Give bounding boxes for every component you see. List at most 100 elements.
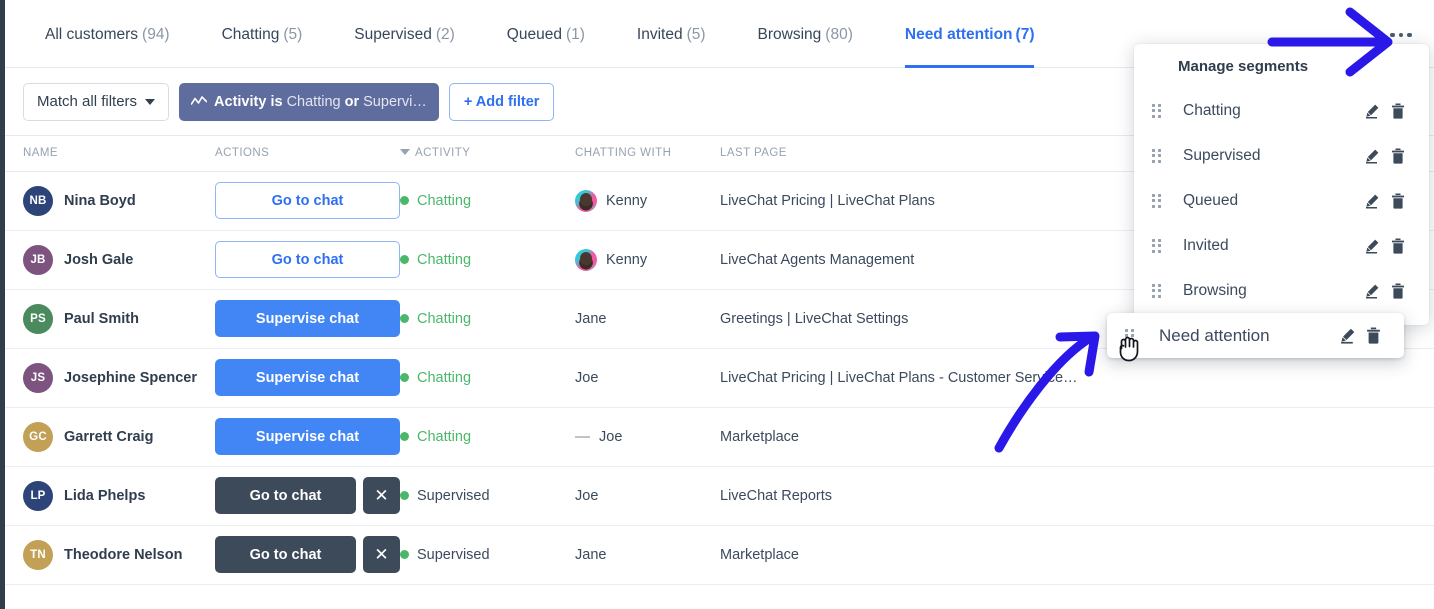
match-all-filters-dropdown[interactable]: Match all filters [23,82,170,121]
tab-label: Browsing [757,25,822,43]
tab-label: Chatting [221,25,280,43]
pencil-icon [1366,149,1379,163]
tab-invited[interactable]: Invited (5) [637,0,706,68]
cell-chatting-with: Kenny [575,230,720,290]
go-to-chat-button[interactable]: Go to chat [215,477,356,514]
pencil-icon [1366,284,1379,298]
cell-activity: Chatting [400,289,575,349]
tab-browsing[interactable]: Browsing (80) [758,0,853,68]
status-dot-icon [400,196,409,205]
cell-actions: Supervise chat [215,289,400,349]
edit-segment-button[interactable] [1359,238,1385,254]
customer-name: Garrett Craig [64,428,154,445]
segment-item-queued[interactable]: Queued [1134,178,1429,223]
add-filter-button[interactable]: + Add filter [448,82,555,121]
activity-status-label: Supervised [417,487,490,504]
table-row[interactable]: GC Garrett Craig Supervise chat Chatting — Jo… [5,407,1434,467]
close-chat-button[interactable]: ✕ [363,536,400,573]
segment-label: Chatting [1183,101,1241,119]
drag-handle-icon[interactable] [1152,283,1162,298]
go-to-chat-button[interactable]: Go to chat [215,536,356,573]
segment-label: Supervised [1183,146,1261,164]
table-row[interactable]: LP Lida Phelps Go to chat ✕ Supervised Joe Liv… [5,466,1434,526]
delete-segment-button[interactable] [1360,327,1386,344]
tab-label: All customers [45,25,139,43]
status-dot-icon [400,550,409,559]
status-dot-icon [400,373,409,382]
cell-actions: Go to chat ✕ [215,525,400,585]
tab-supervised[interactable]: Supervised (2) [354,0,455,68]
active-filter-chip[interactable]: Activity is Chatting or Supervi… [179,82,439,121]
tab-count: (7) [1015,25,1035,43]
column-header-activity[interactable]: ACTIVITY [400,136,575,172]
segment-item-chatting[interactable]: Chatting [1134,88,1429,133]
trash-icon [1366,327,1380,344]
cell-activity: Chatting [400,230,575,290]
table-row[interactable]: TN Theodore Nelson Go to chat ✕ Supervised Ja… [5,525,1434,585]
last-page-text: Marketplace [720,546,799,563]
edit-segment-button[interactable] [1359,193,1385,209]
drag-handle-icon[interactable] [1152,238,1162,253]
cell-name: PS Paul Smith [5,289,215,349]
dragged-segment-item[interactable]: Need attention [1107,313,1404,358]
agent-avatar [575,189,597,212]
column-header-name[interactable]: NAME [5,136,215,172]
tab-count: (5) [283,25,303,43]
dragged-segment-label: Need attention [1159,325,1270,345]
delete-segment-button[interactable] [1385,193,1411,209]
go-to-chat-button[interactable]: Go to chat [215,182,400,219]
tab-need-attention[interactable]: Need attention (7) [904,0,1035,68]
segment-label: Invited [1183,236,1229,254]
segment-item-supervised[interactable]: Supervised [1134,133,1429,178]
delete-segment-button[interactable] [1385,148,1411,164]
supervise-chat-button[interactable]: Supervise chat [215,300,400,337]
tab-all-customers[interactable]: All customers (94) [45,0,170,68]
segment-label: Browsing [1183,281,1247,299]
status-dot-icon [400,432,409,441]
tab-queued[interactable]: Queued (1) [507,0,585,68]
cell-activity: Supervised [400,525,575,585]
filter-chip-conjunction: or [344,93,360,110]
supervise-chat-button[interactable]: Supervise chat [215,359,400,396]
edit-segment-button[interactable] [1359,148,1385,164]
agent-name: Jane [575,310,607,327]
cell-name: JS Josephine Spencer [5,348,215,408]
cell-last-page: Marketplace [720,407,1434,467]
column-header-actions: ACTIONS [215,136,400,172]
close-chat-button[interactable]: ✕ [363,477,400,514]
tab-label: Queued [506,25,562,43]
cell-activity: Chatting [400,348,575,408]
segment-item-invited[interactable]: Invited [1134,223,1429,268]
supervise-chat-button[interactable]: Supervise chat [215,418,400,455]
activity-status-label: Chatting [417,369,472,386]
go-to-chat-button[interactable]: Go to chat [215,241,400,278]
edit-segment-button[interactable] [1359,283,1385,299]
agent-avatar-placeholder-icon: — [575,428,590,445]
cell-name: NB Nina Boyd [5,171,215,231]
drag-handle-icon[interactable] [1152,148,1162,163]
delete-segment-button[interactable] [1385,238,1411,254]
edit-segment-button[interactable] [1359,103,1385,119]
status-dot-icon [400,314,409,323]
cell-name: TN Theodore Nelson [5,525,215,585]
tab-count: (1) [565,25,585,43]
match-all-filters-label: Match all filters [37,93,138,110]
segment-item-browsing[interactable]: Browsing [1134,268,1429,313]
delete-segment-button[interactable] [1385,103,1411,119]
trash-icon [1392,148,1404,164]
trash-icon [1392,238,1404,254]
drag-handle-icon[interactable] [1152,193,1162,208]
avatar: PS [23,303,53,334]
agent-name: Kenny [606,192,648,209]
trash-icon [1392,193,1404,209]
trash-icon [1392,283,1404,299]
delete-segment-button[interactable] [1385,283,1411,299]
agent-avatar [575,248,597,271]
trash-icon [1392,103,1404,119]
drag-handle-icon[interactable] [1152,103,1162,118]
cell-chatting-with: Jane [575,525,720,585]
activity-status-label: Chatting [417,251,472,268]
column-header-chatting-with[interactable]: CHATTING WITH [575,136,720,172]
edit-segment-button[interactable] [1334,327,1360,344]
tab-chatting[interactable]: Chatting (5) [222,0,303,68]
